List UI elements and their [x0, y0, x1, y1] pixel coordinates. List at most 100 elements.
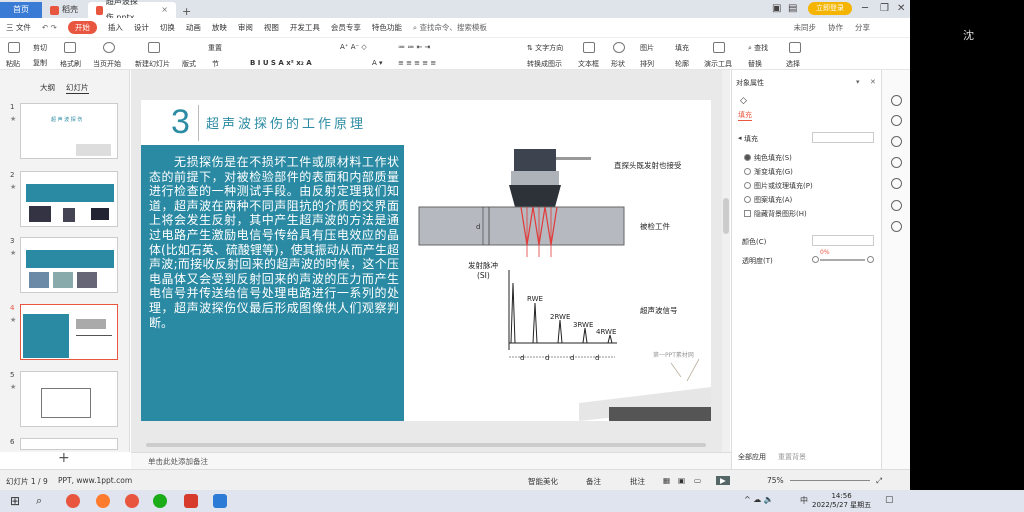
reset-background-button[interactable]: 重置背景	[778, 452, 806, 462]
shape-icon[interactable]	[613, 42, 625, 53]
firefox-alt-icon[interactable]	[125, 494, 139, 508]
vertical-scroll-thumb[interactable]	[723, 198, 729, 234]
animation-icon[interactable]	[891, 136, 902, 147]
undo-icon[interactable]: ↶ ↷	[42, 23, 57, 32]
alignment-controls[interactable]: ≡ ≡ ≡ ≡ ≡	[398, 59, 436, 67]
picture-button[interactable]: 图片	[640, 43, 654, 53]
transparency-slider[interactable]	[820, 259, 865, 261]
section-button[interactable]: 节	[212, 59, 219, 69]
sorter-view-icon[interactable]: ▣	[678, 476, 685, 485]
menu-slideshow[interactable]: 放映	[212, 22, 227, 33]
paste-icon[interactable]	[8, 42, 20, 53]
format-painter-icon[interactable]	[64, 42, 76, 53]
gradient-fill-radio[interactable]	[744, 168, 751, 175]
menu-animation[interactable]: 动画	[186, 22, 201, 33]
zoom-value[interactable]: 75%	[767, 476, 784, 485]
transition-icon[interactable]	[891, 157, 902, 168]
tab-document[interactable]: 超声波探伤.pptx×	[88, 0, 176, 22]
reset-button[interactable]: 重置	[208, 43, 222, 53]
paragraph-controls[interactable]: ≔ ≔ ⇤ ⇥	[398, 43, 430, 51]
select-icon[interactable]	[789, 42, 801, 53]
horizontal-scroll-thumb[interactable]	[146, 443, 706, 447]
from-current-button[interactable]: 当页开始	[93, 59, 121, 69]
firefox-icon[interactable]	[96, 494, 110, 508]
menu-view[interactable]: 视图	[264, 22, 279, 33]
panel-dropdown-icon[interactable]: ▾	[856, 78, 860, 86]
notification-icon[interactable]: ▢	[885, 495, 894, 505]
close-panel-icon[interactable]: ✕	[870, 78, 876, 86]
text-box-button[interactable]: 文本框	[578, 59, 599, 69]
font-size-controls[interactable]: A⁺ A⁻ ◇	[340, 43, 367, 51]
picture-fill-radio[interactable]	[744, 182, 751, 189]
reading-view-icon[interactable]: ▭	[694, 476, 701, 485]
font-color-icon[interactable]: A ▾	[372, 59, 383, 67]
paste-button[interactable]: 粘贴	[6, 59, 20, 69]
smart-beautify-button[interactable]: 智能美化	[528, 476, 558, 487]
tab-fill[interactable]: 填充	[738, 110, 752, 121]
menu-member[interactable]: 会员专享	[331, 22, 361, 33]
style-icon[interactable]	[891, 95, 902, 106]
windows-start-icon[interactable]: ⊞	[10, 494, 24, 508]
fill-button[interactable]: 填充	[675, 43, 689, 53]
format-painter-button[interactable]: 格式刷	[60, 59, 81, 69]
share-icon[interactable]	[891, 200, 902, 211]
sync-status[interactable]: 未同步	[794, 22, 817, 33]
menu-features[interactable]: 特色功能	[372, 22, 402, 33]
close-tab-icon[interactable]: ×	[161, 2, 168, 18]
cut-button[interactable]: 剪切	[33, 43, 47, 53]
presentation-tools-icon[interactable]	[713, 42, 725, 53]
skin-icon[interactable]: ▤	[788, 3, 797, 14]
solid-fill-radio[interactable]	[744, 154, 751, 161]
text-box-icon[interactable]	[583, 42, 595, 53]
transparency-plus[interactable]	[867, 256, 874, 263]
new-slide-button[interactable]: 新建幻灯片	[135, 59, 170, 69]
menu-transition[interactable]: 切换	[160, 22, 175, 33]
tab-outline[interactable]: 大纲	[40, 82, 55, 93]
outline-button[interactable]: 轮廓	[675, 59, 689, 69]
layout-icon[interactable]: ▣	[772, 3, 781, 14]
wechat-icon[interactable]	[153, 494, 167, 508]
horizontal-scrollbar[interactable]	[141, 442, 711, 448]
find-button[interactable]: ⌕ 查找	[748, 43, 768, 53]
menu-review[interactable]: 审阅	[238, 22, 253, 33]
color-dropdown[interactable]	[812, 235, 874, 246]
search-icon[interactable]: ⌕	[36, 494, 50, 508]
add-slide-icon[interactable]: +	[58, 450, 70, 466]
notes-button[interactable]: 备注	[586, 476, 601, 487]
fill-color-dropdown[interactable]	[812, 132, 874, 143]
menu-start[interactable]: 开始	[67, 21, 97, 34]
convert-smartart-button[interactable]: 转换成图示	[527, 59, 562, 69]
location-icon[interactable]	[891, 221, 902, 232]
tab-home[interactable]: 首页	[0, 2, 42, 18]
ultrasonic-diagram[interactable]: d 直探头既发射也接受 被检工件 超声波信号 发射脉冲 (SI) RWE 2RW…	[409, 145, 711, 421]
presentation-tools-button[interactable]: 演示工具	[704, 59, 732, 69]
notes-pane[interactable]: 单击此处添加备注	[131, 452, 731, 469]
slide[interactable]: 3 超声波探伤的工作原理 无损探伤是在不损坏工件或原材料工作状态的前提下，对被检…	[141, 100, 711, 421]
browser-icon[interactable]	[66, 494, 80, 508]
play-from-current-icon[interactable]	[103, 42, 115, 53]
vertical-scrollbar[interactable]	[722, 70, 730, 452]
select-button[interactable]: 选择	[786, 59, 800, 69]
file-menu[interactable]: 三 文件	[6, 22, 31, 33]
comments-button[interactable]: 批注	[630, 476, 645, 487]
font-style-group[interactable]: B I U S A x² x₂ A	[250, 59, 312, 67]
tab-docer[interactable]: 稻壳	[42, 2, 86, 18]
tab-slides[interactable]: 幻灯片	[66, 82, 89, 94]
normal-view-icon[interactable]: ▦	[663, 476, 670, 485]
menu-insert[interactable]: 插入	[108, 22, 123, 33]
body-text[interactable]: 无损探伤是在不损坏工件或原材料工作状态的前提下，对被检验部件的表面和内部质量进行…	[149, 155, 399, 330]
copy-button[interactable]: 复制	[33, 58, 47, 68]
fill-section-chevron[interactable]: ◂	[738, 134, 742, 142]
layout-button[interactable]: 版式	[182, 59, 196, 69]
ime-mode[interactable]: 中	[800, 495, 808, 506]
share-button[interactable]: 分享	[855, 22, 870, 33]
clock[interactable]: 14:56 2022/5/27 星期五	[812, 492, 871, 510]
zoom-slider[interactable]	[790, 480, 870, 481]
search-command[interactable]: ⌕ 查找命令、搜索模板	[413, 22, 487, 33]
play-slideshow-icon[interactable]: ▶	[716, 476, 730, 485]
tray-icons[interactable]: ^ ☁ 🔈	[744, 495, 774, 504]
menu-design[interactable]: 设计	[134, 22, 149, 33]
restore-icon[interactable]: ❐	[880, 3, 889, 14]
apply-all-button[interactable]: 全部应用	[738, 452, 766, 462]
arrange-button[interactable]: 排列	[640, 59, 654, 69]
